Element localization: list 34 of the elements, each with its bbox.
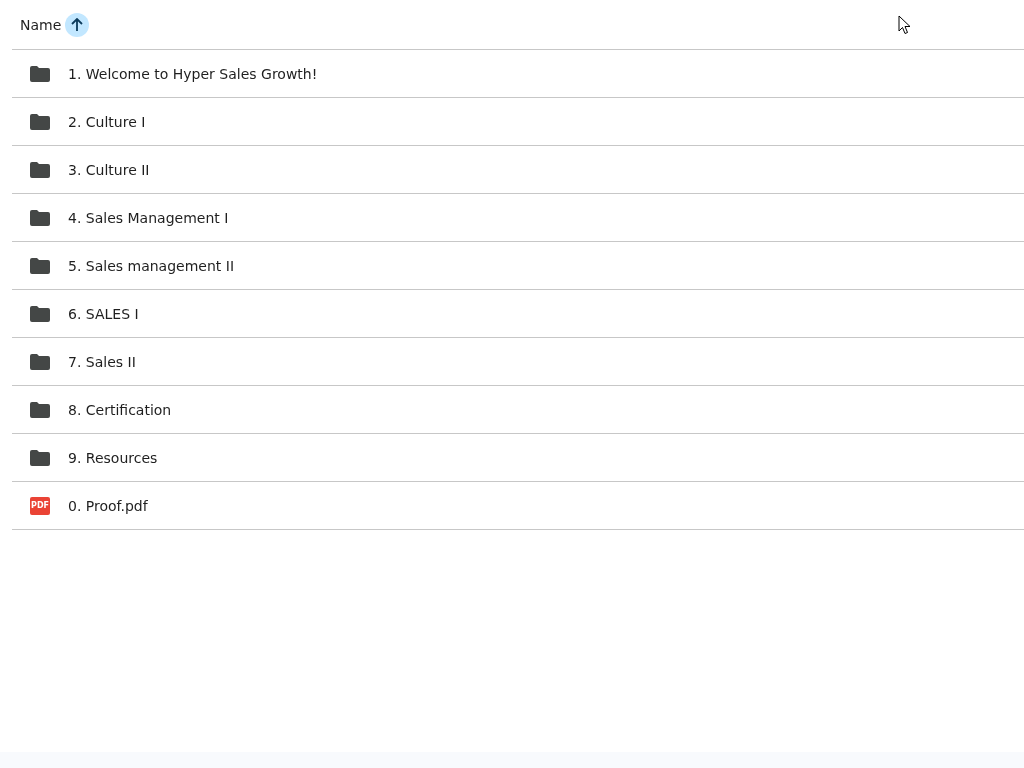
folder-icon — [30, 449, 50, 466]
file-name: 5. Sales management II — [68, 257, 234, 274]
pdf-icon: PDF — [30, 496, 50, 515]
folder-icon — [30, 353, 50, 370]
file-row[interactable]: 2. Culture I — [12, 98, 1024, 146]
file-name: 6. SALES I — [68, 305, 139, 322]
file-name: 0. Proof.pdf — [68, 497, 148, 514]
file-name: 4. Sales Management I — [68, 209, 229, 226]
file-row[interactable]: 3. Culture II — [12, 146, 1024, 194]
arrow-up-icon — [70, 17, 85, 32]
folder-icon — [30, 113, 50, 130]
file-row[interactable]: 8. Certification — [12, 386, 1024, 434]
file-name: 1. Welcome to Hyper Sales Growth! — [68, 65, 318, 82]
file-name: 2. Culture I — [68, 113, 146, 130]
folder-icon — [30, 65, 50, 82]
file-row[interactable]: 6. SALES I — [12, 290, 1024, 338]
file-name: 8. Certification — [68, 401, 172, 418]
file-name: 7. Sales II — [68, 353, 136, 370]
file-row[interactable]: 7. Sales II — [12, 338, 1024, 386]
folder-icon — [30, 305, 50, 322]
file-name: 3. Culture II — [68, 161, 150, 178]
column-header[interactable]: Name — [20, 16, 62, 33]
file-row[interactable]: 1. Welcome to Hyper Sales Growth! — [12, 50, 1024, 98]
folder-icon — [30, 257, 50, 274]
folder-icon — [30, 161, 50, 178]
sort-button[interactable] — [65, 12, 90, 37]
file-row[interactable]: PDF 0. Proof.pdf — [12, 482, 1024, 530]
file-row[interactable]: 5. Sales management II — [12, 242, 1024, 290]
file-name: 9. Resources — [68, 449, 158, 466]
file-row[interactable]: 4. Sales Management I — [12, 194, 1024, 242]
cursor-icon — [898, 15, 912, 35]
file-row[interactable]: 9. Resources — [12, 434, 1024, 482]
folder-icon — [30, 401, 50, 418]
folder-icon — [30, 209, 50, 226]
